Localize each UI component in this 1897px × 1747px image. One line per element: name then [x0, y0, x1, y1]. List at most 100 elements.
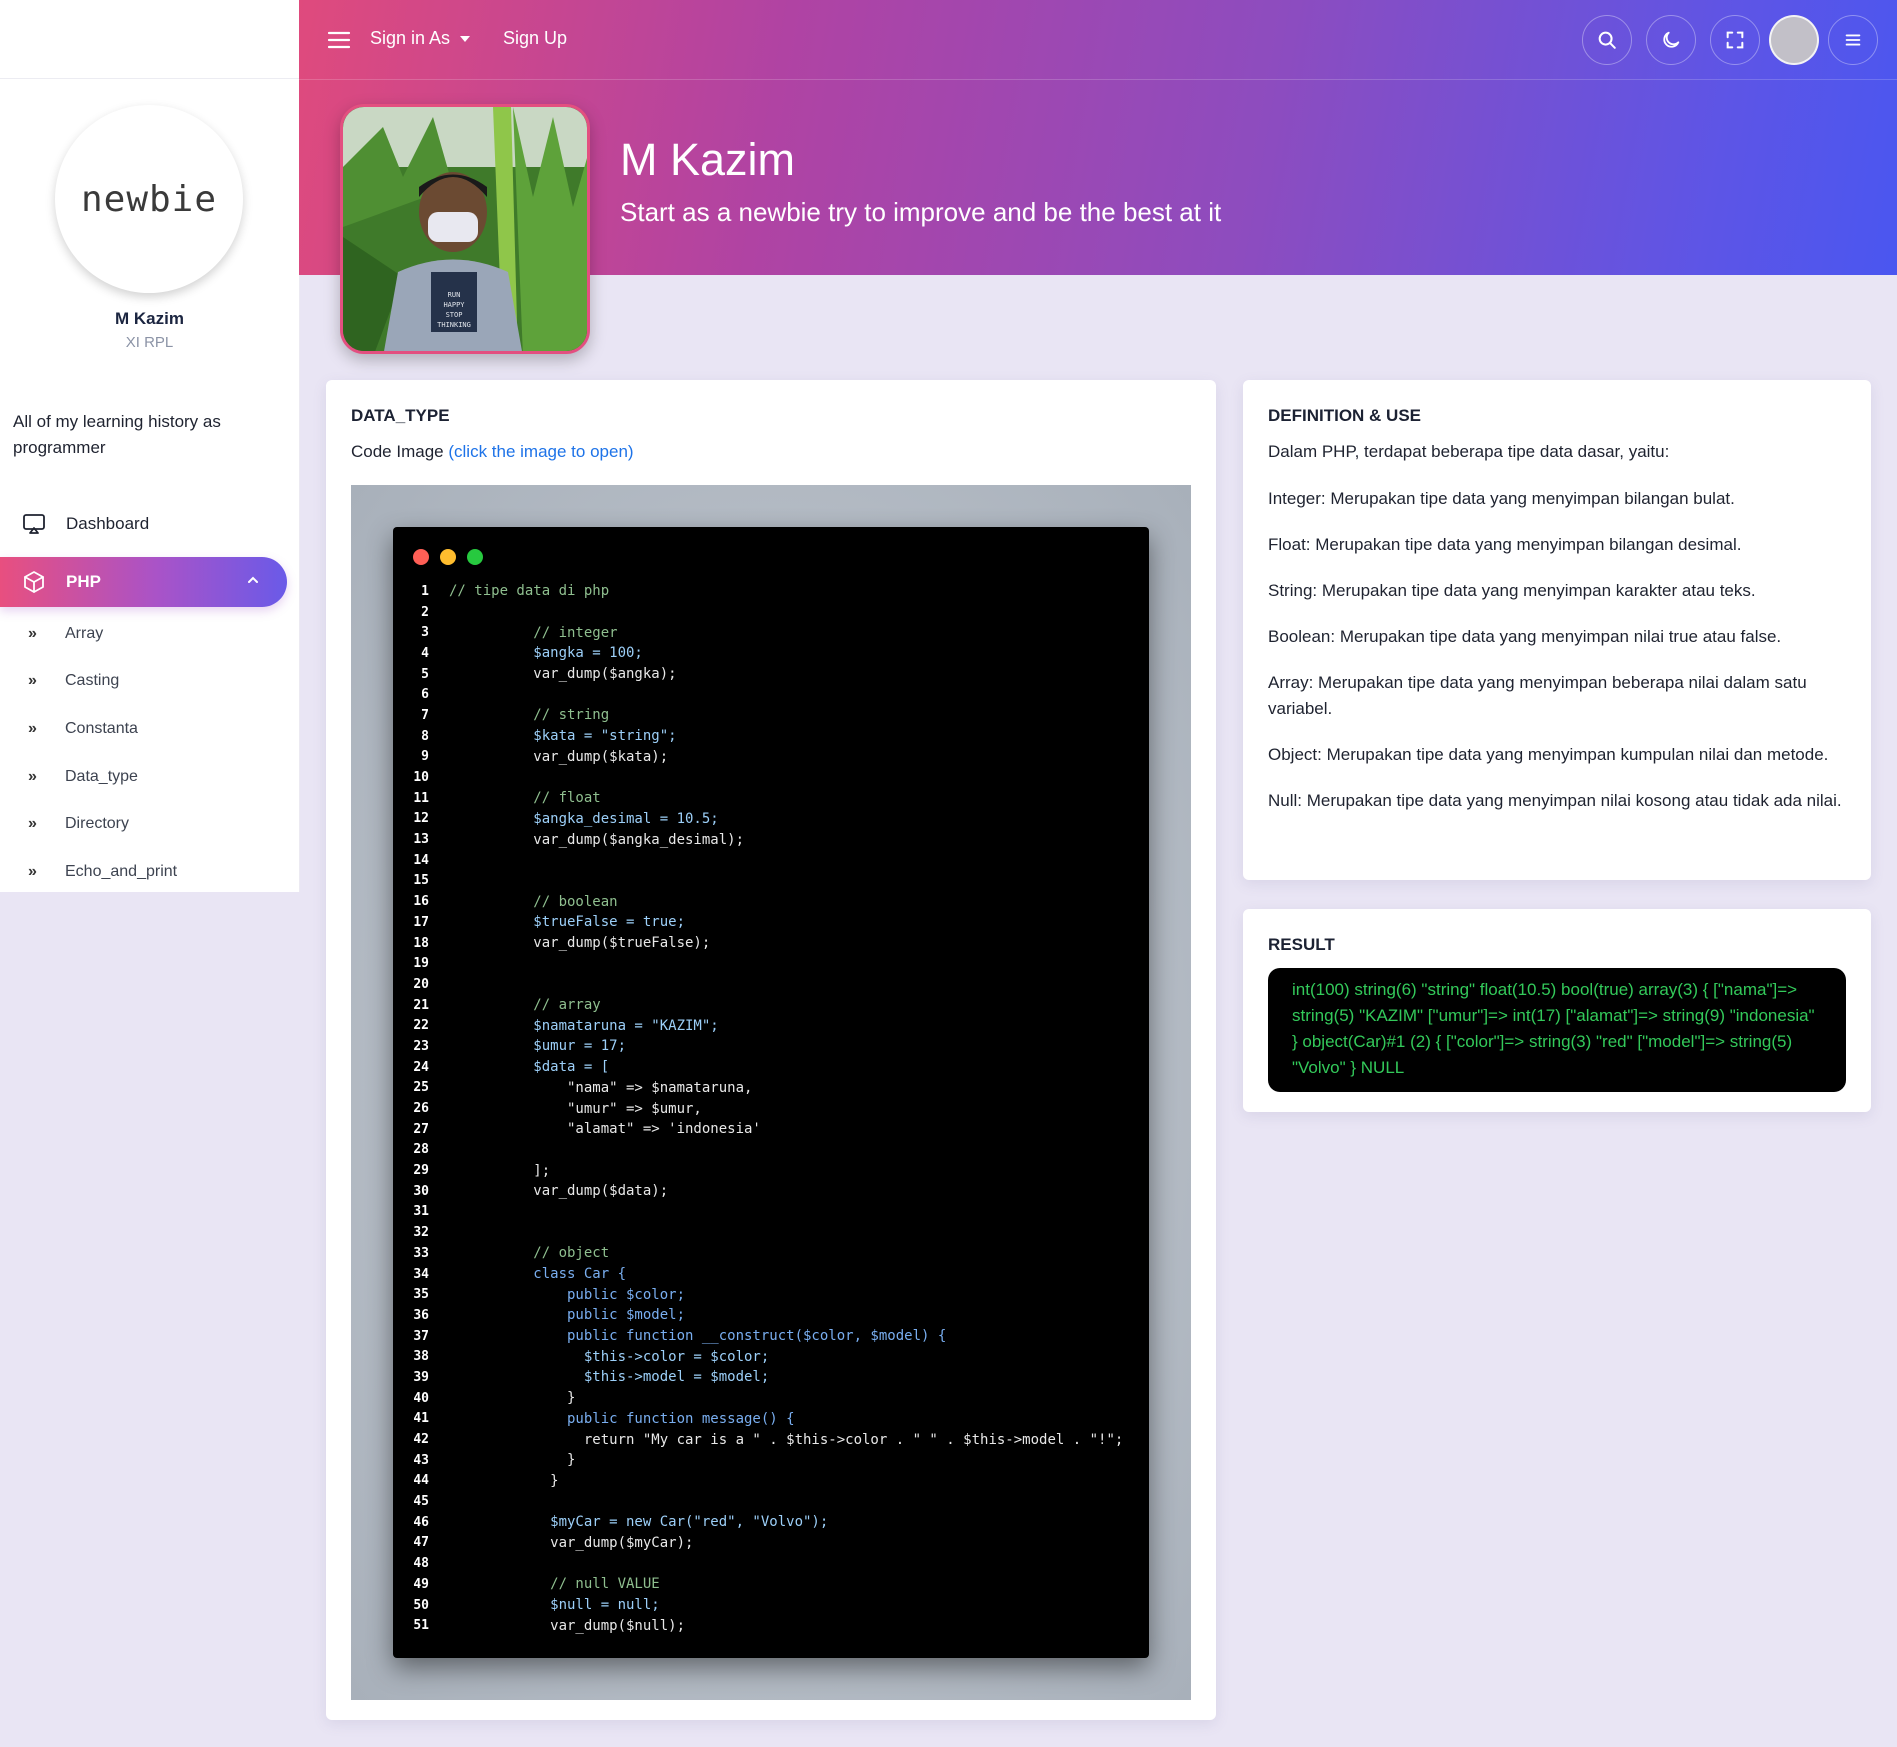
line-number: 17 [413, 914, 429, 930]
submenu-item-array[interactable]: » Array [0, 610, 299, 658]
code-text: var_dump($trueFalse); [449, 935, 711, 952]
card-title: DEFINITION & USE [1268, 406, 1422, 425]
line-number: 28 [413, 1142, 429, 1158]
submenu-item-directory[interactable]: » Directory [0, 800, 299, 848]
sidebar-item-dashboard[interactable]: Dashboard [0, 505, 299, 543]
sidebar: newbie M Kazim XI RPL All of my learning… [0, 0, 299, 892]
code-image[interactable]: 1// tipe data di php 2 3 // integer 4 $angk… [351, 485, 1191, 1700]
code-line: 51 var_dump($null); [393, 1615, 1149, 1636]
line-number: 3 [421, 625, 429, 641]
code-line: 11 // float [393, 788, 1149, 809]
definition-card: DEFINITION & USE Dalam PHP, terdapat beb… [1243, 380, 1871, 880]
line-number: 26 [413, 1101, 429, 1117]
submenu-item-data-type[interactable]: » Data_type [0, 753, 299, 801]
code-line: 41 public function message() { [393, 1409, 1149, 1430]
code-line: 23 $umur = 17; [393, 1036, 1149, 1057]
line-number: 1 [421, 583, 429, 599]
window-controls [413, 549, 494, 565]
code-text: $namataruna = "KAZIM"; [449, 1017, 719, 1034]
line-number: 25 [413, 1080, 429, 1096]
profile-photo-image: RUN HAPPY STOP THINKING [343, 107, 587, 351]
minimize-dot-icon [440, 549, 456, 565]
code-line: 48 [393, 1553, 1149, 1574]
code-text: } [449, 1452, 576, 1469]
code-text: ]; [449, 1162, 551, 1179]
code-line: 21 // array [393, 995, 1149, 1016]
line-number: 43 [413, 1452, 429, 1468]
svg-text:RUN: RUN [448, 291, 461, 299]
sidebar-brand-area [0, 0, 299, 79]
code-text: } [449, 1472, 559, 1489]
sidebar-item-php[interactable]: PHP [0, 557, 287, 607]
moon-icon [1663, 31, 1680, 48]
line-number: 50 [413, 1597, 429, 1613]
hamburger-menu-icon [1845, 34, 1861, 46]
line-number: 39 [413, 1369, 429, 1385]
submenu-item-label: Data_type [65, 767, 138, 785]
code-text: var_dump($data); [449, 1183, 669, 1200]
code-line: 35 public $color; [393, 1284, 1149, 1305]
user-avatar[interactable] [1769, 15, 1819, 65]
submenu-item-label: Array [65, 624, 104, 642]
line-number: 12 [413, 811, 429, 827]
profile-name: M Kazim [115, 309, 184, 328]
code-line: 42 return "My car is a " . $this->color … [393, 1429, 1149, 1450]
submenu-item-label: Echo_and_print [65, 862, 178, 880]
code-text: $angka_desimal = 10.5; [449, 810, 719, 827]
line-number: 40 [413, 1390, 429, 1406]
code-line: 1 // tipe data di php [393, 581, 1149, 602]
definition-item: Float: Merupakan tipe data yang menyimpa… [1268, 535, 1742, 554]
logo[interactable]: newbie [55, 105, 243, 293]
line-number: 35 [413, 1287, 429, 1303]
line-number: 31 [413, 1204, 429, 1220]
dark-mode-button[interactable] [1646, 15, 1696, 65]
header-divider [299, 79, 1897, 80]
fullscreen-button[interactable] [1710, 15, 1760, 65]
line-number: 48 [413, 1556, 429, 1572]
code-block: 1// tipe data di php 2 3 // integer 4 $angk… [393, 581, 1149, 1636]
line-number: 47 [413, 1535, 429, 1551]
code-line: 29 ]; [393, 1160, 1149, 1181]
menu-button[interactable] [1828, 15, 1878, 65]
code-text: $myCar = new Car("red", "Volvo"); [449, 1514, 829, 1531]
line-number: 44 [413, 1473, 429, 1489]
line-number: 9 [421, 749, 429, 765]
hamburger-menu-icon[interactable] [327, 30, 351, 50]
code-text: $null = null; [449, 1597, 660, 1614]
open-image-link[interactable]: (click the image to open) [448, 442, 633, 461]
sidebar-item-label: PHP [66, 572, 101, 591]
submenu-item-label: Casting [65, 672, 120, 690]
definition-item: Object: Merupakan tipe data yang menyimp… [1268, 745, 1829, 764]
submenu-item-echo-and-print[interactable]: » Echo_and_print [0, 848, 299, 896]
code-text: $umur = 17; [449, 1038, 627, 1055]
line-number: 51 [413, 1618, 429, 1634]
code-text: public function __construct($color, $mod… [449, 1328, 947, 1345]
sign-up-link[interactable]: Sign Up [503, 28, 567, 49]
line-number: 29 [413, 1163, 429, 1179]
code-line: 19 [393, 953, 1149, 974]
code-window: 1// tipe data di php 2 3 // integer 4 $angk… [393, 527, 1149, 1658]
sign-in-as-label: Sign in As [370, 28, 451, 48]
php-submenu: » Array » Casting » Constanta » Data_typ… [0, 610, 299, 896]
code-caption: Code Image (click the image to open) [351, 442, 634, 462]
submenu-item-constanta[interactable]: » Constanta [0, 705, 299, 753]
code-text: "umur" => $umur, [449, 1100, 702, 1117]
line-number: 23 [413, 1038, 429, 1054]
code-text: var_dump($kata); [449, 748, 669, 765]
search-button[interactable] [1582, 15, 1632, 65]
line-number: 10 [413, 770, 429, 786]
double-chevron-right-icon: » [28, 719, 37, 737]
chevron-up-icon[interactable] [245, 572, 261, 588]
code-text: var_dump($myCar); [449, 1534, 694, 1551]
code-text: $this->color = $color; [449, 1348, 770, 1365]
card-title: DATA_TYPE [351, 406, 450, 425]
submenu-item-casting[interactable]: » Casting [0, 658, 299, 706]
line-number: 8 [421, 728, 429, 744]
line-number: 45 [413, 1494, 429, 1510]
code-line: 17 $trueFalse = true; [393, 912, 1149, 933]
sign-in-as-dropdown[interactable]: Sign in As [370, 28, 471, 49]
code-line: 14 [393, 850, 1149, 871]
code-line: 47 var_dump($myCar); [393, 1533, 1149, 1554]
code-text: // string [449, 707, 610, 724]
line-number: 32 [413, 1225, 429, 1241]
